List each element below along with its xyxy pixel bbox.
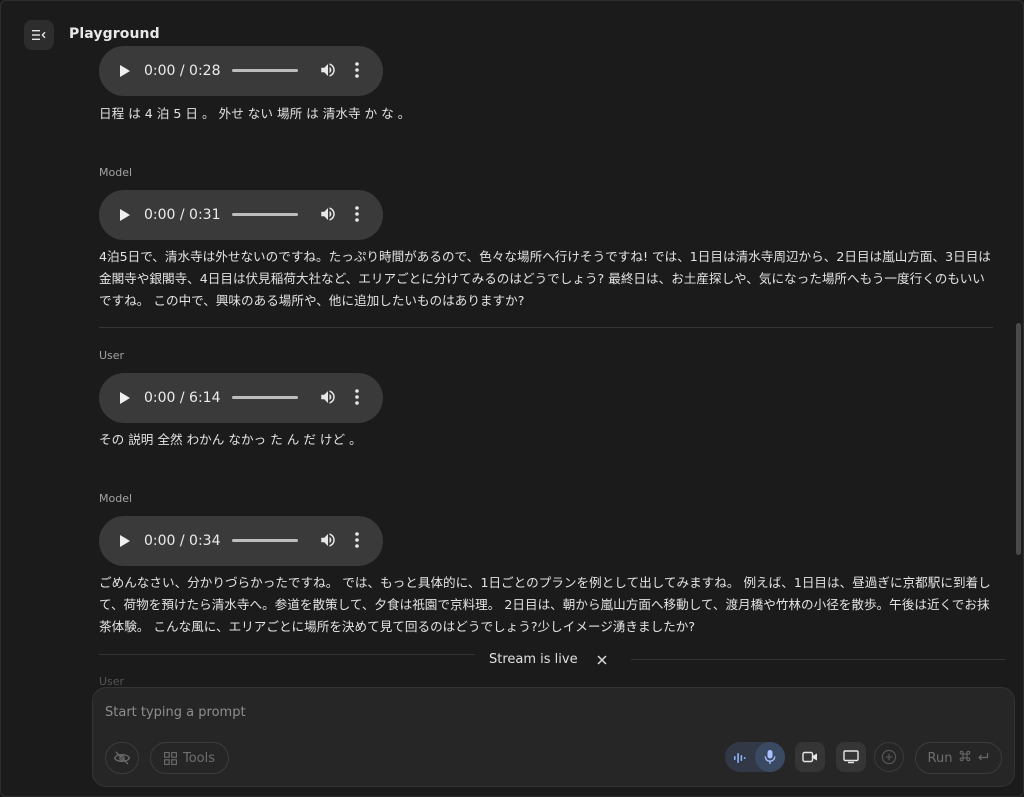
message-text: 日程 は 4 泊 5 日 。 外せ ない 場所 は 清水寺 か な 。 (99, 106, 411, 121)
tools-label: Tools (182, 750, 216, 766)
audio-player[interactable]: 0:00 / 0:31 (99, 190, 383, 240)
stream-status-banner: Stream is live (99, 646, 1005, 674)
waveform-icon[interactable] (733, 750, 747, 769)
mic-button[interactable] (755, 742, 785, 772)
audio-player[interactable]: 0:00 / 6:14 (99, 373, 383, 423)
voice-controls (725, 742, 785, 772)
stream-status-text: Stream is live (489, 652, 578, 667)
audio-time: 0:00 / 0:34 (144, 533, 221, 549)
grid-icon (164, 751, 177, 765)
run-label: Run (927, 750, 953, 766)
video-camera-icon (802, 751, 817, 763)
message-role-label: Model (99, 166, 133, 179)
screen-share-button[interactable] (836, 742, 866, 772)
more-vert-icon[interactable] (353, 531, 361, 553)
prompt-composer: Tools (92, 687, 1015, 787)
play-icon[interactable] (120, 535, 130, 547)
app-window: 0:00 / 0:28 日程 は 4 泊 5 日 。 外せ ない 場所 は 清水… (0, 0, 1024, 797)
audio-time: 0:00 / 0:31 (144, 207, 221, 223)
divider (99, 654, 475, 655)
eye-off-icon (113, 751, 131, 765)
play-icon[interactable] (120, 392, 130, 404)
enter-icon (977, 751, 989, 766)
volume-icon[interactable] (319, 205, 337, 227)
add-circle-icon (881, 749, 897, 765)
audio-player[interactable]: 0:00 / 0:34 (99, 516, 383, 566)
run-button[interactable]: Run (915, 742, 1002, 774)
screen-share-icon (843, 750, 859, 764)
top-bar: Playground (1, 1, 1023, 69)
audio-progress-track[interactable] (232, 539, 298, 542)
sidebar-toggle-button[interactable] (24, 20, 54, 50)
add-media-button[interactable] (874, 742, 904, 772)
menu-collapse-icon (32, 30, 46, 40)
message-text: ごめんなさい、分かりづらかったですね。 では、もっと具体的に、1日ごとのプランを… (99, 575, 991, 634)
more-vert-icon[interactable] (353, 388, 361, 410)
volume-icon[interactable] (319, 388, 337, 410)
message-role-label: Model (99, 492, 133, 505)
audio-time: 0:00 / 6:14 (144, 390, 221, 406)
divider (631, 659, 1005, 660)
audio-progress-track[interactable] (232, 396, 298, 399)
command-icon (959, 750, 971, 766)
message-role-label: User (99, 349, 125, 362)
volume-icon[interactable] (319, 531, 337, 553)
message-text: その 説明 全然 わかん なかっ た ん だ けど 。 (99, 432, 362, 447)
page-title: Playground (69, 26, 160, 42)
tools-button[interactable]: Tools (150, 742, 229, 774)
turn-divider (99, 327, 993, 328)
audio-progress-track[interactable] (232, 213, 298, 216)
play-icon[interactable] (120, 209, 130, 221)
scrollbar-thumb[interactable] (1016, 323, 1021, 555)
video-button[interactable] (795, 742, 825, 772)
mic-icon (764, 750, 776, 764)
close-icon[interactable] (595, 652, 609, 671)
prompt-input[interactable] (105, 702, 985, 722)
chat-transcript[interactable]: 0:00 / 0:28 日程 は 4 泊 5 日 。 外せ ない 場所 は 清水… (1, 1, 1023, 691)
more-vert-icon[interactable] (353, 205, 361, 227)
audio-progress-track[interactable] (232, 69, 298, 72)
hide-button[interactable] (105, 742, 139, 774)
message-text: 4泊5日で、清水寺は外せないのですね。たっぷり時間があるので、色々な場所へ行けそ… (99, 249, 991, 308)
